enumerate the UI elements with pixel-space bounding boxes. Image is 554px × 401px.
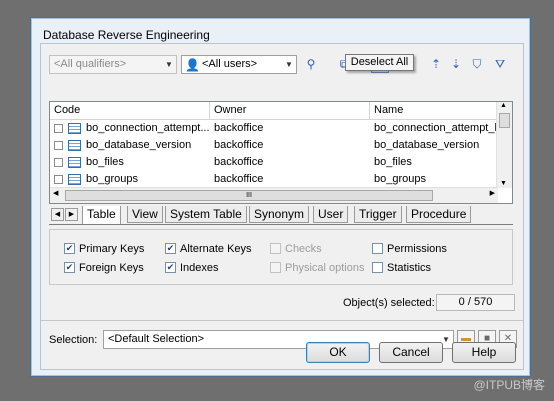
- table-icon: [68, 157, 81, 168]
- qualifier-dropdown[interactable]: <All qualifiers> ▼: [49, 55, 177, 74]
- checkbox-box: [372, 243, 383, 254]
- checks-label: Checks: [285, 243, 322, 255]
- dialog-content: <All qualifiers> ▼ 👤 <All users> ▼ ⚲ ⧉ ▼…: [40, 43, 524, 370]
- tab-scroll-left-icon[interactable]: ◀: [51, 208, 64, 221]
- tab-user[interactable]: User: [313, 206, 349, 223]
- selection-label: Selection:: [49, 334, 98, 346]
- row-name: bo_groups: [374, 173, 426, 185]
- check-icon: ✔: [165, 243, 176, 254]
- reverse-engineering-dialog: Database Reverse Engineering <All qualif…: [30, 17, 531, 377]
- tab-table[interactable]: Table: [82, 206, 121, 224]
- row-code: bo_files: [86, 156, 124, 168]
- user-value: <All users>: [202, 58, 258, 70]
- check-icon: ✔: [64, 243, 75, 254]
- checkbox-box: [270, 243, 281, 254]
- help-button[interactable]: Help: [452, 342, 516, 363]
- filter-icon[interactable]: ⛉: [468, 55, 486, 73]
- indexes-label: Indexes: [180, 262, 219, 274]
- filter-clear-icon[interactable]: ⛛: [491, 55, 509, 73]
- scrollbar-thumb[interactable]: [499, 113, 510, 128]
- table-icon: [68, 123, 81, 134]
- chevron-down-icon: ▼: [165, 60, 173, 69]
- row-code: bo_connection_attempt...: [86, 122, 210, 134]
- check-icon: ✔: [165, 262, 176, 273]
- ok-button[interactable]: OK: [306, 342, 370, 363]
- qualifier-value: <All qualifiers>: [54, 58, 127, 70]
- scroll-left-icon[interactable]: ◀: [53, 189, 58, 197]
- tab-scroll-right-icon[interactable]: ▶: [65, 208, 78, 221]
- scroll-right-icon[interactable]: ▶: [490, 189, 495, 197]
- row-checkbox[interactable]: [54, 141, 63, 150]
- scroll-up-icon[interactable]: ▲: [500, 102, 507, 109]
- table-row[interactable]: bo_database_version backoffice bo_databa…: [50, 137, 498, 154]
- tab-procedure[interactable]: Procedure: [406, 206, 472, 223]
- scrollbar-thumb[interactable]: III: [65, 190, 433, 201]
- tab-trigger[interactable]: Trigger: [354, 206, 402, 223]
- row-owner: backoffice: [214, 122, 264, 134]
- row-checkbox[interactable]: [54, 158, 63, 167]
- checkbox-box: [372, 262, 383, 273]
- statistics-label: Statistics: [387, 262, 432, 274]
- select-user-icon[interactable]: ⚲: [302, 55, 320, 73]
- row-checkbox[interactable]: [54, 175, 63, 184]
- row-owner: backoffice: [214, 156, 264, 168]
- tab-view[interactable]: View: [127, 206, 163, 223]
- column-header-code[interactable]: Code: [50, 102, 210, 120]
- objects-selected-label: Object(s) selected:: [343, 297, 435, 309]
- reverse-options-group: ✔ Primary Keys ✔ Foreign Keys ✔ Alternat…: [49, 229, 513, 285]
- thumb-grip: III: [246, 192, 252, 199]
- objects-selected-count: 0 / 570: [436, 294, 515, 311]
- horizontal-scrollbar[interactable]: ◀ III ▶: [50, 187, 498, 203]
- row-code: bo_database_version: [86, 139, 192, 151]
- object-type-tabs: ◀ ▶ Table View System Table Synonym User…: [49, 206, 513, 225]
- physical-options-label: Physical options: [285, 262, 365, 274]
- row-name: bo_files: [374, 156, 412, 168]
- row-code: bo_groups: [86, 173, 138, 185]
- alternate-keys-label: Alternate Keys: [180, 243, 252, 255]
- row-owner: backoffice: [214, 173, 264, 185]
- vertical-scrollbar[interactable]: ▲ ▼: [496, 102, 512, 188]
- tab-synonym[interactable]: Synonym: [249, 206, 310, 223]
- row-name: bo_connection_attempt_h: [374, 122, 498, 134]
- primary-keys-label: Primary Keys: [79, 243, 145, 255]
- table-icon: [68, 140, 81, 151]
- checkbox-box: [270, 262, 281, 273]
- table-row[interactable]: bo_files backoffice bo_files: [50, 154, 498, 171]
- title-bar[interactable]: Database Reverse Engineering: [31, 18, 530, 42]
- object-table: Code Owner Name bo_connection_attempt...…: [49, 101, 513, 204]
- move-down-icon[interactable]: ⇣: [447, 55, 465, 73]
- permissions-label: Permissions: [387, 243, 447, 255]
- divider: [41, 320, 523, 321]
- table-row[interactable]: bo_connection_attempt... backoffice bo_c…: [50, 120, 498, 137]
- dialog-title: Database Reverse Engineering: [43, 28, 210, 42]
- deselect-all-tooltip: Deselect All: [345, 54, 414, 71]
- row-owner: backoffice: [214, 139, 264, 151]
- chevron-down-icon: ▼: [285, 60, 293, 69]
- check-icon: ✔: [64, 262, 75, 273]
- cancel-button[interactable]: Cancel: [379, 342, 443, 363]
- row-name: bo_database_version: [374, 139, 480, 151]
- table-row[interactable]: bo_groups backoffice bo_groups: [50, 171, 498, 188]
- tab-system-table[interactable]: System Table: [165, 206, 247, 223]
- row-checkbox[interactable]: [54, 124, 63, 133]
- scroll-down-icon[interactable]: ▼: [500, 180, 507, 187]
- foreign-keys-label: Foreign Keys: [79, 262, 144, 274]
- table-icon: [68, 174, 81, 185]
- watermark: @ITPUB博客: [473, 378, 545, 392]
- column-header-owner[interactable]: Owner: [210, 102, 370, 120]
- user-dropdown[interactable]: 👤 <All users> ▼: [181, 55, 297, 74]
- selection-value: <Default Selection>: [108, 333, 205, 345]
- user-icon: 👤: [185, 58, 200, 72]
- column-header-name[interactable]: Name: [370, 102, 499, 120]
- move-up-icon[interactable]: ⇡: [427, 55, 445, 73]
